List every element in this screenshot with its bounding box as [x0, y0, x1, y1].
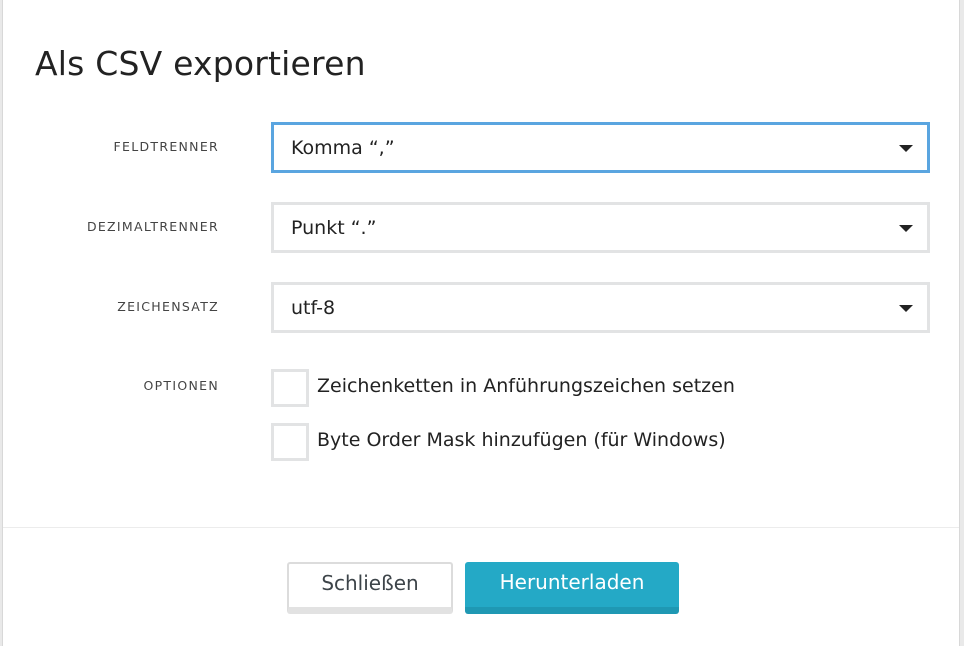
decimal-separator-value: Punkt “.” — [291, 216, 377, 239]
chevron-down-icon — [899, 224, 913, 232]
field-separator-value: Komma “,” — [291, 136, 395, 159]
byte-order-mask-checkbox[interactable] — [271, 423, 309, 461]
charset-select[interactable]: utf-8 — [271, 282, 930, 333]
decimal-separator-label: DEZIMALTRENNER — [86, 219, 219, 234]
charset-value: utf-8 — [291, 296, 336, 319]
chevron-down-icon — [899, 144, 913, 152]
charset-label: ZEICHENSATZ — [117, 299, 219, 314]
csv-export-dialog: Als CSV exportieren FELDTRENNER Komma “,… — [2, 0, 960, 646]
chevron-down-icon — [899, 304, 913, 312]
decimal-separator-select[interactable]: Punkt “.” — [271, 202, 930, 253]
download-button[interactable]: Herunterladen — [465, 562, 679, 614]
byte-order-mask-label[interactable]: Byte Order Mask hinzufügen (für Windows) — [317, 429, 726, 451]
field-separator-select[interactable]: Komma “,” — [271, 122, 930, 173]
close-button[interactable]: Schließen — [287, 562, 453, 614]
field-separator-label: FELDTRENNER — [113, 139, 219, 154]
dialog-title: Als CSV exportieren — [35, 44, 366, 83]
quote-strings-label[interactable]: Zeichenketten in Anführungszeichen setze… — [317, 375, 735, 397]
options-label: OPTIONEN — [143, 378, 219, 393]
footer-divider — [3, 527, 959, 528]
quote-strings-checkbox[interactable] — [271, 369, 309, 407]
